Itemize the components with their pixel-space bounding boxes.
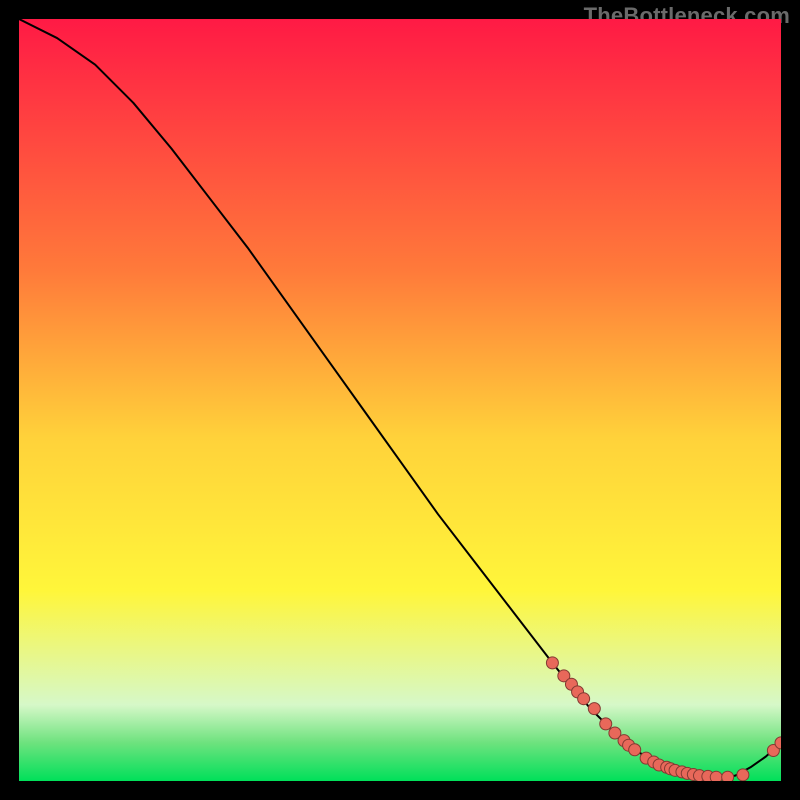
gradient-background [19,19,781,781]
data-point [737,769,749,781]
plot-svg [19,19,781,781]
chart-frame: TheBottleneck.com [0,0,800,800]
data-point [578,693,590,705]
data-point [629,744,641,756]
data-point [710,771,722,781]
data-point [588,703,600,715]
plot-area [19,19,781,781]
data-point [546,657,558,669]
data-point [722,771,734,781]
data-point [600,718,612,730]
